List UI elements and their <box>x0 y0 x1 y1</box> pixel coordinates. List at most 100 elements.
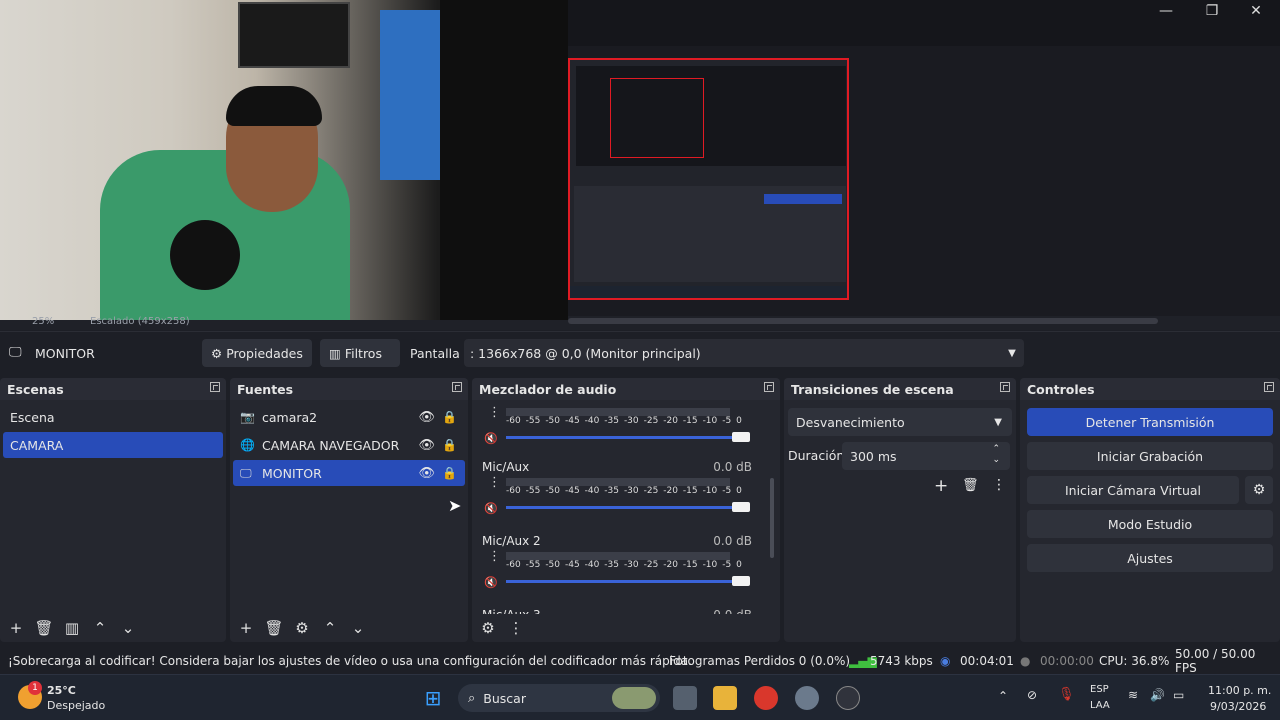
lock-icon[interactable]: 🔒 <box>442 466 457 480</box>
scenes-header: Escenas <box>0 378 226 400</box>
search-box[interactable]: ⌕ Buscar <box>458 684 660 712</box>
volume-slider[interactable] <box>506 502 750 512</box>
chevron-up-icon[interactable]: ⌃ <box>320 619 340 637</box>
scale-tick: -15 <box>682 560 698 570</box>
source-item-selected[interactable]: 🖵 MONITOR 👁 🔒 <box>233 460 465 486</box>
muted-speaker-icon[interactable]: 🔇 <box>484 502 500 515</box>
stepper-icon[interactable]: ⌃ ⌄ <box>992 444 1000 466</box>
channel-db: 0.0 dB <box>713 534 752 548</box>
settings-app-icon[interactable] <box>795 686 819 710</box>
preview-scrollbar[interactable] <box>568 318 1158 324</box>
stop-stream-label: Detener Transmisión <box>1085 414 1215 430</box>
volume-slider[interactable] <box>506 432 750 442</box>
trash-icon[interactable]: 🗑 <box>962 478 979 493</box>
slider-handle[interactable] <box>732 432 750 442</box>
channel-menu-icon[interactable]: ⋮ <box>488 550 501 563</box>
file-explorer-icon[interactable] <box>713 686 737 710</box>
undock-icon[interactable] <box>1000 382 1010 392</box>
sources-dock: Fuentes 📷 camara2 👁 🔒 🌐 CAMARA NAVEGADOR… <box>230 378 468 642</box>
clock-date[interactable]: 9/03/2026 <box>1210 700 1266 713</box>
lock-icon[interactable]: 🔒 <box>442 410 457 424</box>
channel-menu-icon[interactable]: ⋮ <box>488 406 501 419</box>
scale-tick: -30 <box>623 560 639 570</box>
sources-title: Fuentes <box>237 381 294 397</box>
add-icon[interactable]: + <box>934 476 948 496</box>
scene-item-selected[interactable]: CAMARA <box>3 432 223 458</box>
chevron-up-icon[interactable]: ⌃ <box>998 689 1008 703</box>
language-bottom[interactable]: LAA <box>1090 700 1110 711</box>
transition-value: Desvanecimiento <box>796 414 905 430</box>
language-top[interactable]: ESP <box>1090 684 1109 695</box>
gear-icon[interactable]: ⚙ <box>292 619 312 637</box>
channel-menu-icon[interactable]: ⋮ <box>488 476 501 489</box>
dark-door <box>440 0 568 320</box>
add-icon[interactable]: + <box>236 619 256 637</box>
hidden-icons-icon[interactable]: ⊘ <box>1027 688 1037 702</box>
cpu-usage: CPU: 36.8% <box>1099 654 1170 668</box>
minimize-icon[interactable]: — <box>1144 0 1188 22</box>
properties-button[interactable]: ⚙ Propiedades <box>202 339 312 367</box>
source-item[interactable]: 📷 camara2 👁 🔒 <box>233 404 465 430</box>
settings-button[interactable]: Ajustes <box>1027 544 1273 572</box>
battery-icon[interactable]: ▭ <box>1173 688 1184 702</box>
clock-time[interactable]: 11:00 p. m. <box>1208 684 1271 697</box>
undock-icon[interactable] <box>452 382 462 392</box>
display-select[interactable]: : 1366x768 @ 0,0 (Monitor principal) <box>464 339 1024 367</box>
more-icon[interactable]: ⋮ <box>506 619 526 637</box>
duration-label: Duración <box>788 448 845 463</box>
chevron-down-icon[interactable]: ⌄ <box>118 619 138 637</box>
source-item[interactable]: 🌐 CAMARA NAVEGADOR 👁 🔒 <box>233 432 465 458</box>
gear-icon[interactable]: ⚙ <box>1245 476 1273 504</box>
more-icon[interactable]: ⋮ <box>992 477 1006 493</box>
duration-input[interactable]: 300 ms ⌃ ⌄ <box>842 442 1010 470</box>
add-icon[interactable]: + <box>6 619 26 637</box>
selected-source-bounds[interactable] <box>568 58 849 300</box>
filter-icon[interactable]: ▥ <box>62 619 82 637</box>
scene-item[interactable]: Escena <box>3 404 223 430</box>
transitions-header: Transiciones de escena <box>784 378 1016 400</box>
scale-tick: -20 <box>663 560 678 570</box>
scale-tick: -15 <box>682 416 698 426</box>
slider-handle[interactable] <box>732 576 750 586</box>
chevron-up-icon[interactable]: ⌃ <box>90 619 110 637</box>
close-icon[interactable]: ✕ <box>1234 0 1278 22</box>
virtual-camera-button[interactable]: Iniciar Cámara Virtual <box>1027 476 1239 504</box>
dropped-frames: Fotogramas Perdidos 0 (0.0%) <box>669 654 851 668</box>
controls-header: Controles <box>1020 378 1280 400</box>
eye-icon[interactable]: 👁 <box>418 466 435 481</box>
start-recording-button[interactable]: Iniciar Grabación <box>1027 442 1273 470</box>
transition-select[interactable]: Desvanecimiento ▼ <box>788 408 1012 436</box>
source-label: MONITOR <box>262 465 322 481</box>
studio-mode-button[interactable]: Modo Estudio <box>1027 510 1273 538</box>
lock-icon[interactable]: 🔒 <box>442 438 457 452</box>
scale-tick: -5 <box>722 486 732 496</box>
nested-taskbar <box>570 286 847 298</box>
eye-icon[interactable]: 👁 <box>418 438 435 453</box>
scale-tick: -25 <box>643 486 659 496</box>
task-view-icon[interactable] <box>673 686 697 710</box>
eye-icon[interactable]: 👁 <box>418 410 435 425</box>
undock-icon[interactable] <box>1264 382 1274 392</box>
obs-icon[interactable] <box>836 686 860 710</box>
stop-stream-button[interactable]: Detener Transmisión <box>1027 408 1273 436</box>
mouse-cursor-icon: ➤ <box>448 496 462 515</box>
maximize-icon[interactable]: ❐ <box>1190 0 1234 22</box>
chevron-down-icon[interactable]: ⌄ <box>348 619 368 637</box>
filters-button[interactable]: ▥ Filtros <box>320 339 400 367</box>
volume-slider[interactable] <box>506 576 750 586</box>
chrome-icon[interactable] <box>754 686 778 710</box>
windows-start-icon[interactable]: ⊞ <box>421 686 445 710</box>
slider-handle[interactable] <box>732 502 750 512</box>
undock-icon[interactable] <box>210 382 220 392</box>
trash-icon[interactable]: 🗑 <box>34 619 54 637</box>
chevron-down-icon[interactable]: ▼ <box>1000 339 1024 367</box>
wifi-icon[interactable]: ≋ <box>1128 688 1138 702</box>
muted-speaker-icon[interactable]: 🔇 <box>484 576 500 589</box>
trash-icon[interactable]: 🗑 <box>264 619 284 637</box>
muted-speaker-icon[interactable]: 🔇 <box>484 432 500 445</box>
mic-icon[interactable]: 🎙 <box>1058 687 1075 702</box>
advanced-audio-icon[interactable]: ⚙ <box>478 619 498 637</box>
mixer-scrollbar[interactable] <box>770 478 774 558</box>
stream-icon: ◉ <box>940 654 951 668</box>
volume-icon[interactable]: 🔊 <box>1150 688 1165 702</box>
